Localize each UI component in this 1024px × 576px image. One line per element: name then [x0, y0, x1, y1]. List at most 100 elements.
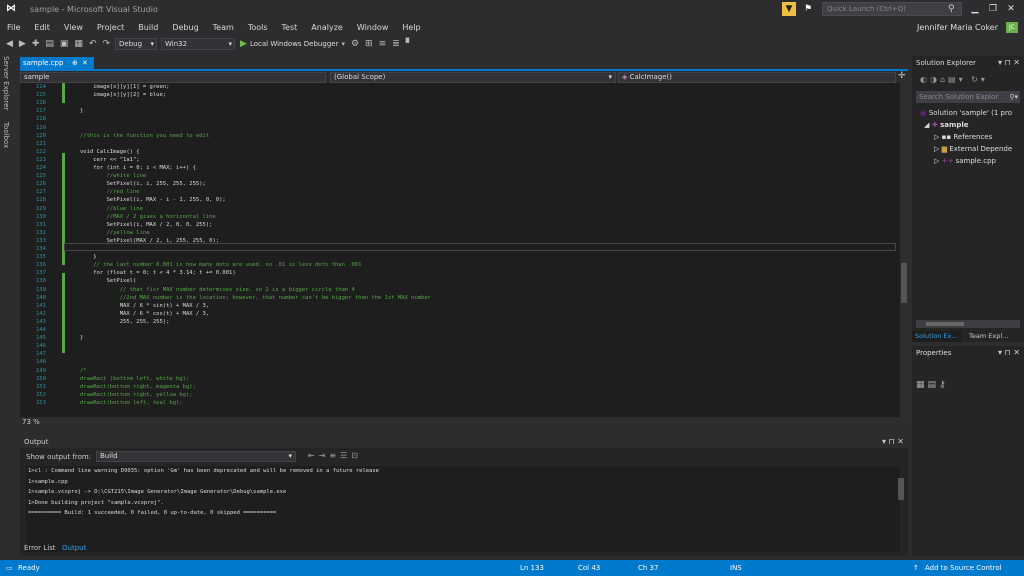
project-node[interactable]: ◢ ✚ sample	[924, 120, 968, 130]
start-debugging-icon[interactable]: ▶	[237, 36, 250, 52]
user-avatar[interactable]: JC	[1006, 22, 1018, 33]
solution-explorer-controls[interactable]: ▾ ⊓ ✕	[998, 56, 1020, 70]
window-title: sample - Microsoft Visual Studio	[30, 5, 158, 14]
solution-node[interactable]: ▣ Solution 'sample' (1 pro	[920, 108, 1012, 118]
status-ready: Ready	[18, 564, 40, 572]
save-icon[interactable]: ▣	[57, 36, 72, 52]
output-toolbar-icons[interactable]: ⇤⇥≡☰⊡	[308, 451, 362, 460]
tab-error-list[interactable]: Error List	[24, 542, 56, 554]
back-icon[interactable]: ◀	[0, 36, 16, 52]
open-file-icon[interactable]: ▤	[42, 36, 57, 52]
search-icon[interactable]: ⚲▾	[1009, 91, 1018, 103]
close-button[interactable]: ✕	[1002, 2, 1020, 16]
menu-project[interactable]: Project	[90, 20, 131, 36]
tab-output[interactable]: Output	[62, 542, 86, 554]
solution-explorer-tabs: Solution Ex... Team Expl...	[912, 331, 1024, 342]
tab-solution-explorer[interactable]: Solution Ex...	[912, 331, 961, 342]
chevron-down-icon[interactable]: ▾	[338, 36, 348, 52]
arrow-up-icon[interactable]: ↑	[913, 560, 919, 576]
menu-analyze[interactable]: Analyze	[304, 20, 350, 36]
properties-toolbar-icons[interactable]: ▦▤⚷	[916, 380, 949, 390]
redo-icon[interactable]: ↷	[99, 36, 113, 52]
code-line: }	[80, 108, 84, 115]
menu-help[interactable]: Help	[395, 20, 427, 36]
quick-launch-input[interactable]: Quick Launch (Ctrl+Q)	[822, 2, 962, 16]
close-icon[interactable]: ✕	[82, 57, 88, 69]
code-line: for (float t = 0; t < 4 * 3.14; t += 0.0…	[80, 270, 236, 277]
menu-build[interactable]: Build	[131, 20, 165, 36]
platform-select[interactable]: Win32 ▾	[161, 38, 236, 50]
feedback-flag-icon[interactable]: ⚑	[801, 2, 815, 16]
pin-icon[interactable]: ⊕	[72, 57, 78, 69]
save-all-icon[interactable]: ▦	[71, 36, 86, 52]
solution-explorer-hscroll[interactable]	[916, 320, 1020, 328]
scroll-thumb[interactable]	[926, 322, 964, 326]
source-file-node[interactable]: ▷ ++ sample.cpp	[934, 156, 996, 166]
line-number: 135	[36, 254, 46, 261]
line-number: 131	[36, 221, 46, 228]
output-line: 1>cl : Command line warning D9035: optio…	[28, 468, 379, 474]
menu-file[interactable]: File	[0, 20, 27, 36]
new-project-icon[interactable]: ✚	[29, 36, 43, 52]
line-number: 117	[36, 108, 46, 115]
code-line: // the last number 0.001 is how many dot…	[80, 262, 362, 269]
member-dropdown[interactable]: ◈ CalcImage()	[618, 72, 896, 83]
attach-icon[interactable]: ⚙	[348, 36, 362, 52]
code-line: // that fisr MAX number determines size.…	[80, 286, 355, 293]
code-line: drawRect(bottom right, yellow bg);	[80, 391, 193, 398]
menu-test[interactable]: Test	[275, 20, 305, 36]
comment-icon[interactable]: ≡	[376, 36, 390, 52]
document-tab[interactable]: sample.cpp ⊕ ✕	[20, 57, 94, 69]
search-icon[interactable]: ⚲	[948, 2, 955, 16]
menu-tools[interactable]: Tools	[241, 20, 275, 36]
menu-window[interactable]: Window	[350, 20, 396, 36]
server-explorer-tab[interactable]: Server Explorer	[2, 56, 10, 110]
add-to-source-control[interactable]: Add to Source Control	[925, 560, 1002, 576]
properties-controls[interactable]: ▾ ⊓ ✕	[998, 346, 1020, 360]
run-button[interactable]: Local Windows Debugger	[250, 40, 339, 48]
breakpoint-icon[interactable]: ▘	[403, 36, 416, 52]
menu-edit[interactable]: Edit	[27, 20, 57, 36]
uncomment-icon[interactable]: ≣	[389, 36, 403, 52]
undo-icon[interactable]: ↶	[86, 36, 100, 52]
zoom-level[interactable]: 73 %	[22, 417, 40, 427]
search-solution-input[interactable]: Search Solution Explor ⚲▾	[916, 91, 1020, 103]
configuration-select[interactable]: Debug ▾	[115, 38, 158, 50]
tab-team-explorer[interactable]: Team Expl...	[966, 331, 1011, 342]
output-scroll-thumb[interactable]	[898, 478, 904, 500]
output-text[interactable]: 1>cl : Command line warning D9035: optio…	[26, 466, 900, 552]
line-number: 119	[36, 124, 46, 131]
references-node[interactable]: ▷ ▪▪ References	[934, 132, 992, 142]
output-window-controls[interactable]: ▾ ⊓ ✕	[882, 436, 904, 448]
toolbox-tab[interactable]: Toolbox	[2, 122, 10, 148]
function-icon: ◈	[622, 73, 628, 81]
scroll-thumb[interactable]	[901, 263, 907, 303]
line-number: 141	[36, 302, 46, 309]
line-number: 152	[36, 391, 46, 398]
collapsed-icon: ▷	[934, 133, 940, 141]
editor-vertical-scrollbar[interactable]	[900, 83, 908, 417]
minimize-button[interactable]: ▁	[966, 2, 984, 16]
bookmark-icon[interactable]: ⊞	[362, 36, 376, 52]
menu-debug[interactable]: Debug	[165, 20, 205, 36]
scope-dropdown[interactable]: (Global Scope) ▾	[330, 72, 616, 83]
code-editor[interactable]: 114 115 116 117 118 119 120 121 122 123 124 125 126 1…	[20, 83, 900, 417]
collapsed-icon: ▷	[934, 157, 940, 165]
code-line: SetPixel(i, MAX - i - 1, 255, 0, 0);	[80, 197, 226, 204]
notification-filter-icon[interactable]: ▼	[782, 2, 796, 16]
solution-explorer: Solution Explorer ▾ ⊓ ✕ ◐◑⌂▤▾ ↻▾ Search …	[912, 56, 1024, 342]
forward-icon[interactable]: ▶	[16, 36, 29, 52]
project-icon: ✚	[931, 121, 938, 129]
output-source-select[interactable]: Build ▾	[96, 451, 296, 462]
menu-view[interactable]: View	[57, 20, 90, 36]
user-name[interactable]: Jennifer Maria Coker	[917, 23, 998, 32]
split-editor-icon[interactable]: ✛	[898, 71, 906, 81]
solution-explorer-toolbar[interactable]: ◐◑⌂▤▾ ↻▾	[912, 72, 1024, 88]
output-line: ========== Build: 1 succeeded, 0 failed,…	[28, 510, 277, 516]
restore-button[interactable]: ❐	[984, 2, 1002, 16]
external-dependencies-node[interactable]: ▷ ▆ External Depende	[934, 144, 1012, 154]
menu-team[interactable]: Team	[206, 20, 241, 36]
code-line: MAX / 6 * sin(t) + MAX / 3,	[80, 302, 210, 309]
project-dropdown[interactable]: sample	[20, 72, 326, 83]
change-marker	[62, 83, 65, 103]
